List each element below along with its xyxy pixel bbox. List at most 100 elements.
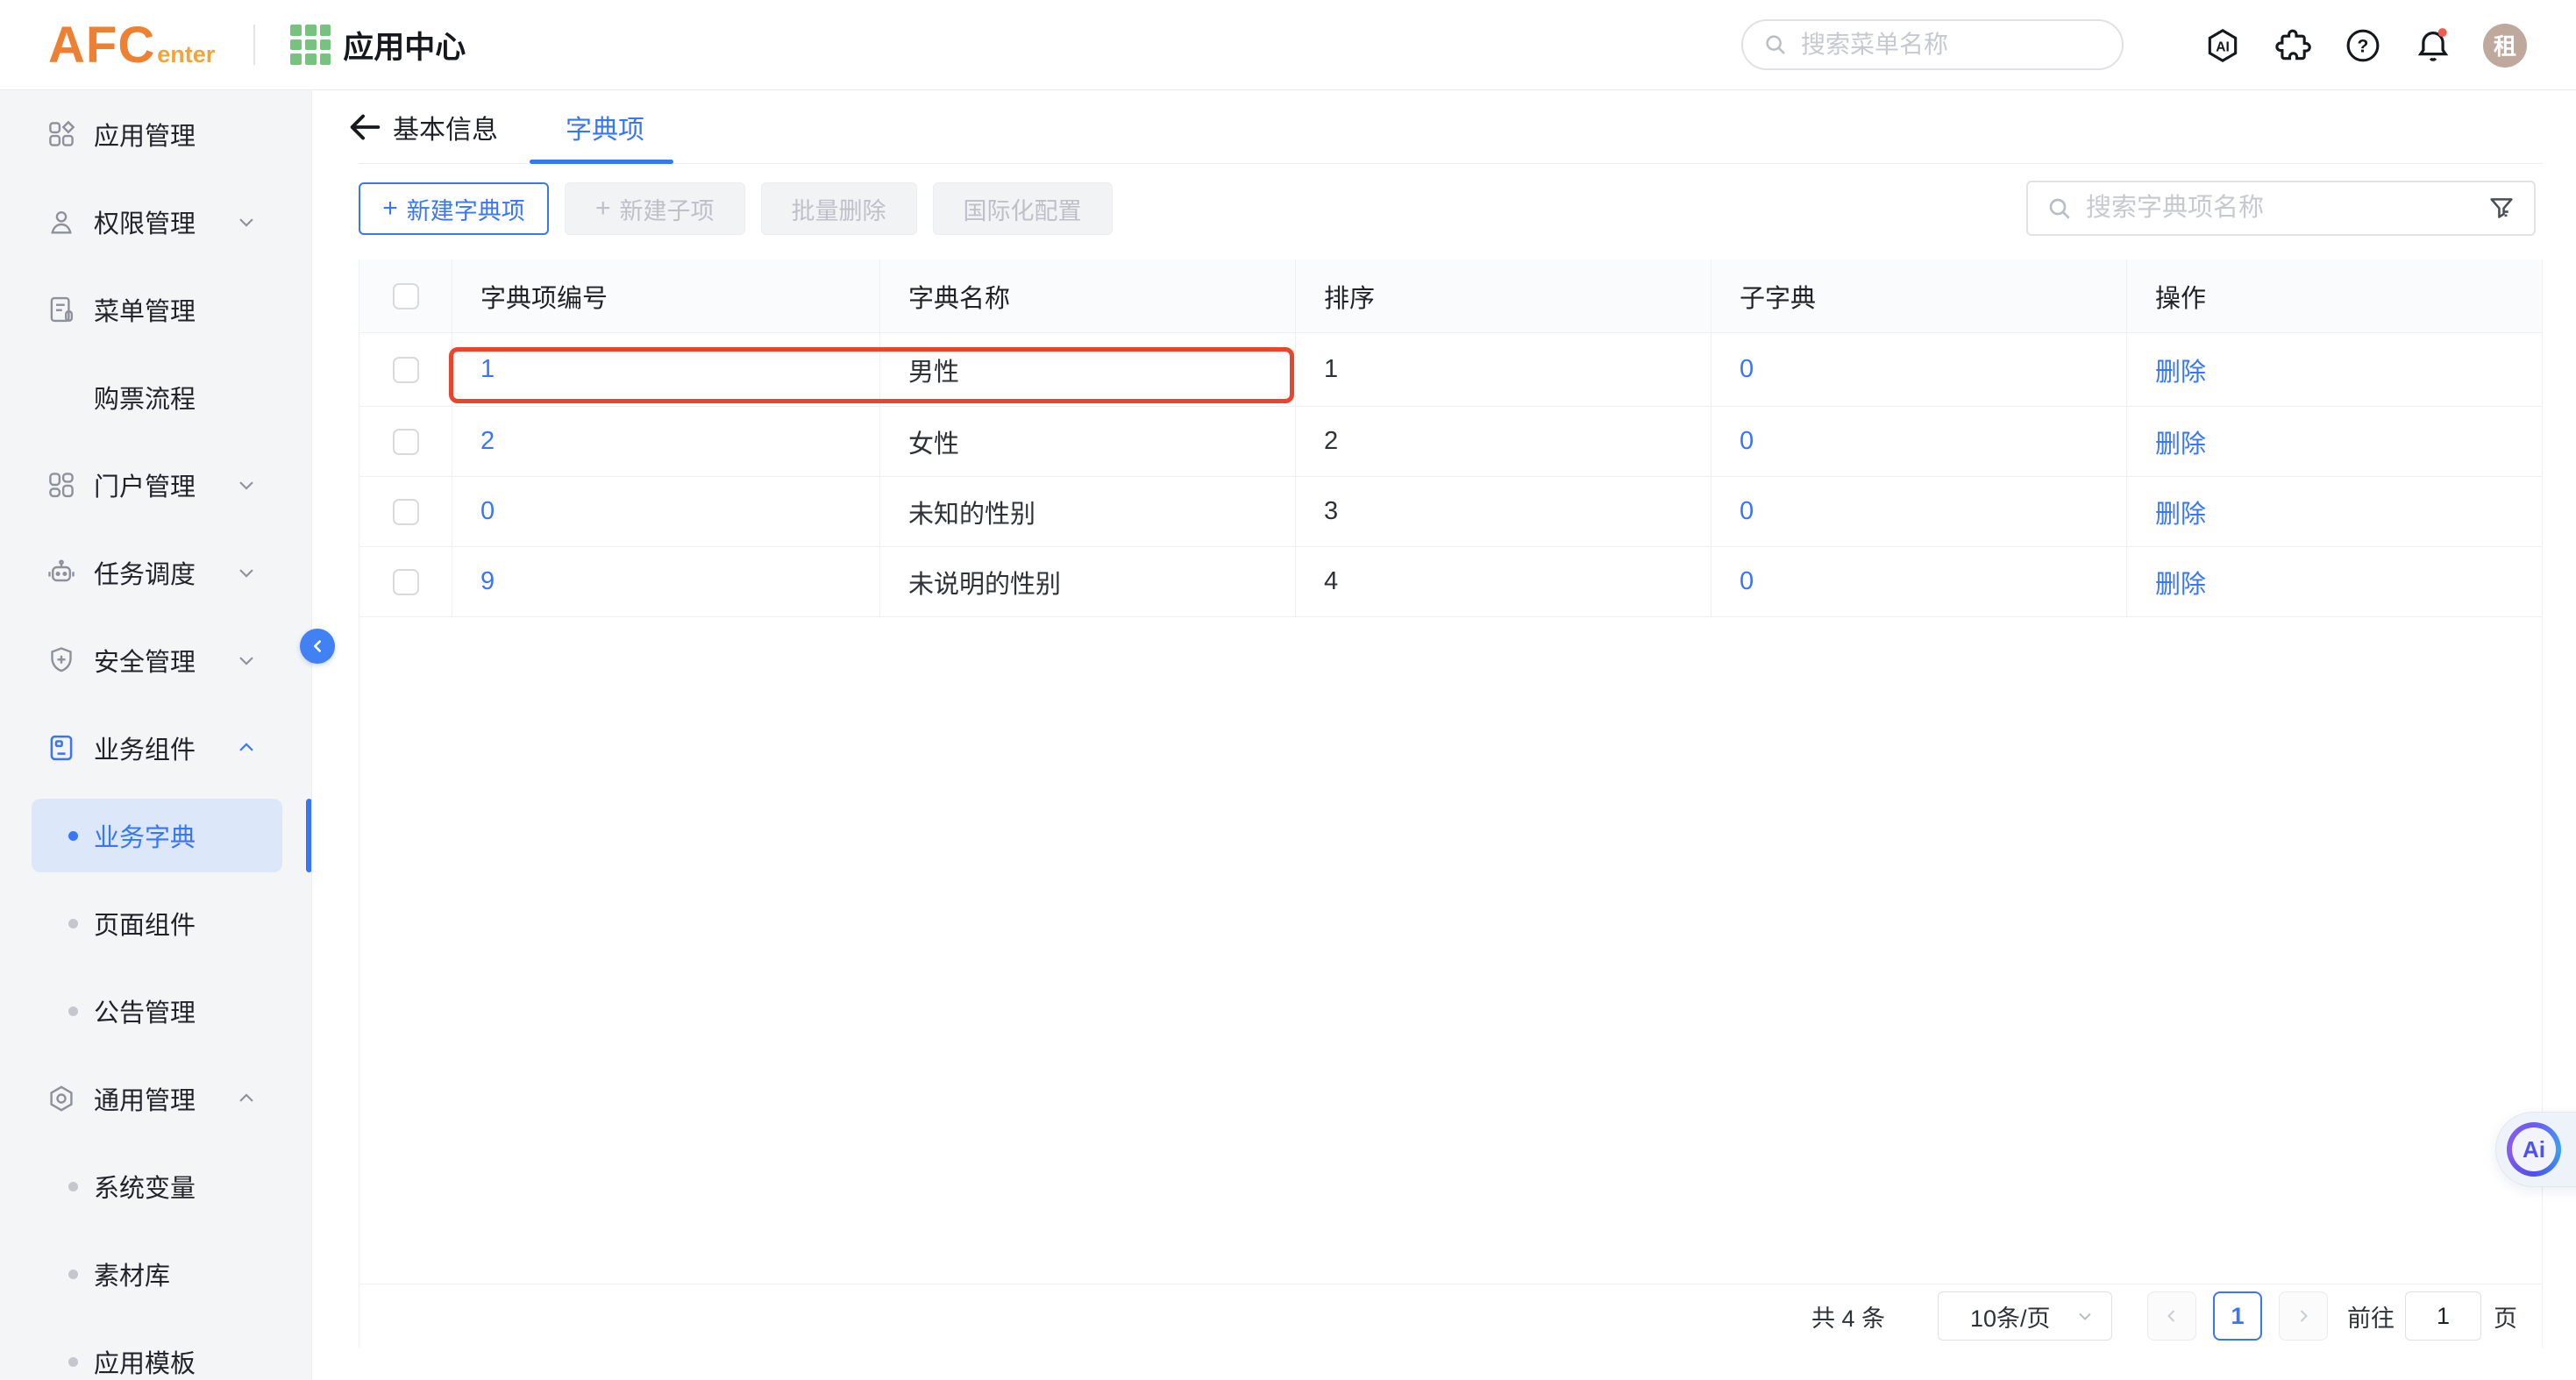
chevron-left-icon bbox=[2161, 1305, 2182, 1327]
sub-dictionary-link[interactable]: 0 bbox=[1740, 427, 1754, 456]
table-toolbar: + 新建字典项 + 新建子项 批量删除 国际化配置 bbox=[359, 182, 1113, 235]
main-content: 基本信息 字典项 + 新建字典项 + 新建子项 批量删除 国际化配置 字典项编号… bbox=[313, 91, 2576, 1380]
column-header-code: 字典项编号 bbox=[452, 260, 880, 332]
table-row: 0 未知的性别 3 0 删除 bbox=[359, 477, 2542, 547]
bullet-dot-icon bbox=[68, 1007, 78, 1016]
top-header: AFC enter 应用中心 AI ? bbox=[0, 0, 2576, 90]
bullet-dot-icon bbox=[68, 1270, 78, 1279]
page-number-button[interactable]: 1 bbox=[2213, 1291, 2262, 1341]
chevron-right-icon bbox=[2293, 1305, 2314, 1327]
delete-link[interactable]: 删除 bbox=[2155, 494, 2206, 530]
new-dictionary-item-button[interactable]: + 新建字典项 bbox=[359, 182, 549, 235]
dictionary-name: 女性 bbox=[880, 407, 1296, 476]
sidebar-item-asset-library[interactable]: 素材库 bbox=[0, 1230, 311, 1318]
notification-dot bbox=[2438, 28, 2447, 37]
svg-text:AI: AI bbox=[2216, 39, 2230, 54]
sidebar-item-page-components[interactable]: 页面组件 bbox=[0, 879, 311, 967]
dictionary-name: 未说明的性别 bbox=[880, 547, 1296, 616]
delete-link[interactable]: 删除 bbox=[2155, 564, 2206, 601]
plugins-puzzle-icon[interactable] bbox=[2273, 25, 2313, 66]
tab-basic-info[interactable]: 基本信息 bbox=[393, 91, 498, 163]
dictionary-name: 未知的性别 bbox=[880, 477, 1296, 546]
chevron-up-icon bbox=[234, 736, 259, 760]
column-header-order: 排序 bbox=[1296, 260, 1711, 332]
chevron-down-icon bbox=[234, 560, 259, 585]
ai-label: Ai bbox=[2512, 1127, 2556, 1171]
dictionary-code-link[interactable]: 2 bbox=[480, 427, 495, 456]
bullet-dot-icon bbox=[68, 1182, 78, 1191]
menu-search-input[interactable] bbox=[1801, 31, 2090, 59]
component-card-icon bbox=[46, 732, 77, 764]
brand-divider bbox=[253, 25, 255, 65]
row-checkbox[interactable] bbox=[393, 357, 419, 383]
select-all-checkbox[interactable] bbox=[393, 283, 419, 309]
dictionary-search-input[interactable] bbox=[2086, 194, 2487, 223]
dictionary-code-link[interactable]: 9 bbox=[480, 567, 495, 596]
notifications-bell-icon[interactable] bbox=[2413, 25, 2453, 66]
sidebar-item-security-management[interactable]: 安全管理 bbox=[0, 616, 311, 704]
page-unit-label: 页 bbox=[2494, 1299, 2517, 1334]
user-avatar[interactable]: 租 bbox=[2483, 24, 2527, 68]
prev-page-button[interactable] bbox=[2147, 1291, 2196, 1341]
document-icon bbox=[46, 294, 77, 325]
dictionary-code-link[interactable]: 0 bbox=[480, 497, 495, 526]
sidebar-item-general-management[interactable]: 通用管理 bbox=[0, 1055, 311, 1142]
new-sub-item-button[interactable]: + 新建子项 bbox=[565, 182, 745, 235]
delete-link[interactable]: 删除 bbox=[2155, 423, 2206, 460]
sidebar-item-business-dictionary[interactable]: 业务字典 bbox=[0, 792, 311, 879]
robot-icon bbox=[46, 557, 77, 588]
svg-text:?: ? bbox=[2358, 36, 2369, 56]
i18n-config-button[interactable]: 国际化配置 bbox=[933, 182, 1113, 235]
plus-icon: + bbox=[595, 196, 611, 222]
tab-dictionary-items[interactable]: 字典项 bbox=[566, 91, 644, 163]
dictionary-name: 男性 bbox=[880, 333, 1296, 406]
sidebar-item-app-management[interactable]: 应用管理 bbox=[0, 90, 311, 178]
chevron-down-icon bbox=[234, 473, 259, 497]
active-item-indicator-bar bbox=[306, 799, 312, 872]
help-icon[interactable]: ? bbox=[2343, 25, 2383, 66]
dictionary-search-box[interactable] bbox=[2026, 181, 2536, 236]
table-row: 2 女性 2 0 删除 bbox=[359, 407, 2542, 477]
row-checkbox[interactable] bbox=[393, 499, 419, 525]
tabs-divider bbox=[359, 163, 2543, 164]
sidebar-item-menu-management[interactable]: 菜单管理 bbox=[0, 266, 311, 353]
dictionary-code-link[interactable]: 1 bbox=[480, 355, 495, 384]
delete-link[interactable]: 删除 bbox=[2155, 352, 2206, 388]
active-tab-underline bbox=[530, 160, 673, 164]
user-icon bbox=[46, 206, 77, 238]
dictionary-table-panel: 字典项编号 字典名称 排序 子字典 操作 1 男性 1 0 删除 2 女性 2 … bbox=[359, 260, 2543, 1348]
sidebar-item-business-components[interactable]: 业务组件 bbox=[0, 704, 311, 792]
back-arrow-icon[interactable] bbox=[345, 107, 385, 147]
menu-search-box[interactable] bbox=[1741, 19, 2124, 70]
goto-page-input[interactable] bbox=[2405, 1291, 2481, 1341]
sidebar-item-app-templates[interactable]: 应用模板 bbox=[0, 1318, 311, 1380]
page-size-select[interactable]: 10条/页 bbox=[1938, 1291, 2112, 1341]
goto-page-label: 前往 bbox=[2347, 1299, 2395, 1334]
tabs-row: 基本信息 字典项 bbox=[313, 91, 2576, 163]
table-row: 1 男性 1 0 删除 bbox=[359, 333, 2542, 407]
next-page-button[interactable] bbox=[2279, 1291, 2328, 1341]
sub-dictionary-link[interactable]: 0 bbox=[1740, 497, 1754, 526]
sidebar-nav: 应用管理 权限管理 菜单管理 购票流程 门户管理 bbox=[0, 90, 312, 1380]
pagination-total: 共 4 条 bbox=[1811, 1299, 1885, 1334]
bullet-dot-icon bbox=[68, 919, 78, 928]
batch-delete-button[interactable]: 批量删除 bbox=[761, 182, 917, 235]
sidebar-item-task-scheduling[interactable]: 任务调度 bbox=[0, 529, 311, 616]
sidebar-collapse-button[interactable] bbox=[300, 629, 335, 664]
brand-logo[interactable]: AFC enter bbox=[48, 16, 215, 75]
sub-dictionary-link[interactable]: 0 bbox=[1740, 355, 1754, 384]
sidebar-item-ticket-flow[interactable]: 购票流程 bbox=[0, 353, 311, 441]
app-title: 应用中心 bbox=[343, 23, 466, 68]
sidebar-item-announcement-management[interactable]: 公告管理 bbox=[0, 967, 311, 1055]
ai-assistant-button[interactable]: Ai bbox=[2495, 1112, 2576, 1187]
chevron-down-icon bbox=[234, 210, 259, 234]
filter-funnel-icon[interactable] bbox=[2487, 194, 2516, 224]
sidebar-item-permission-management[interactable]: 权限管理 bbox=[0, 178, 311, 266]
row-checkbox[interactable] bbox=[393, 569, 419, 595]
sub-dictionary-link[interactable]: 0 bbox=[1740, 567, 1754, 596]
sidebar-item-system-variables[interactable]: 系统变量 bbox=[0, 1142, 311, 1230]
shield-plus-icon bbox=[46, 644, 77, 676]
ai-assistant-icon[interactable]: AI bbox=[2202, 25, 2243, 66]
row-checkbox[interactable] bbox=[393, 429, 419, 455]
sidebar-item-portal-management[interactable]: 门户管理 bbox=[0, 441, 311, 529]
